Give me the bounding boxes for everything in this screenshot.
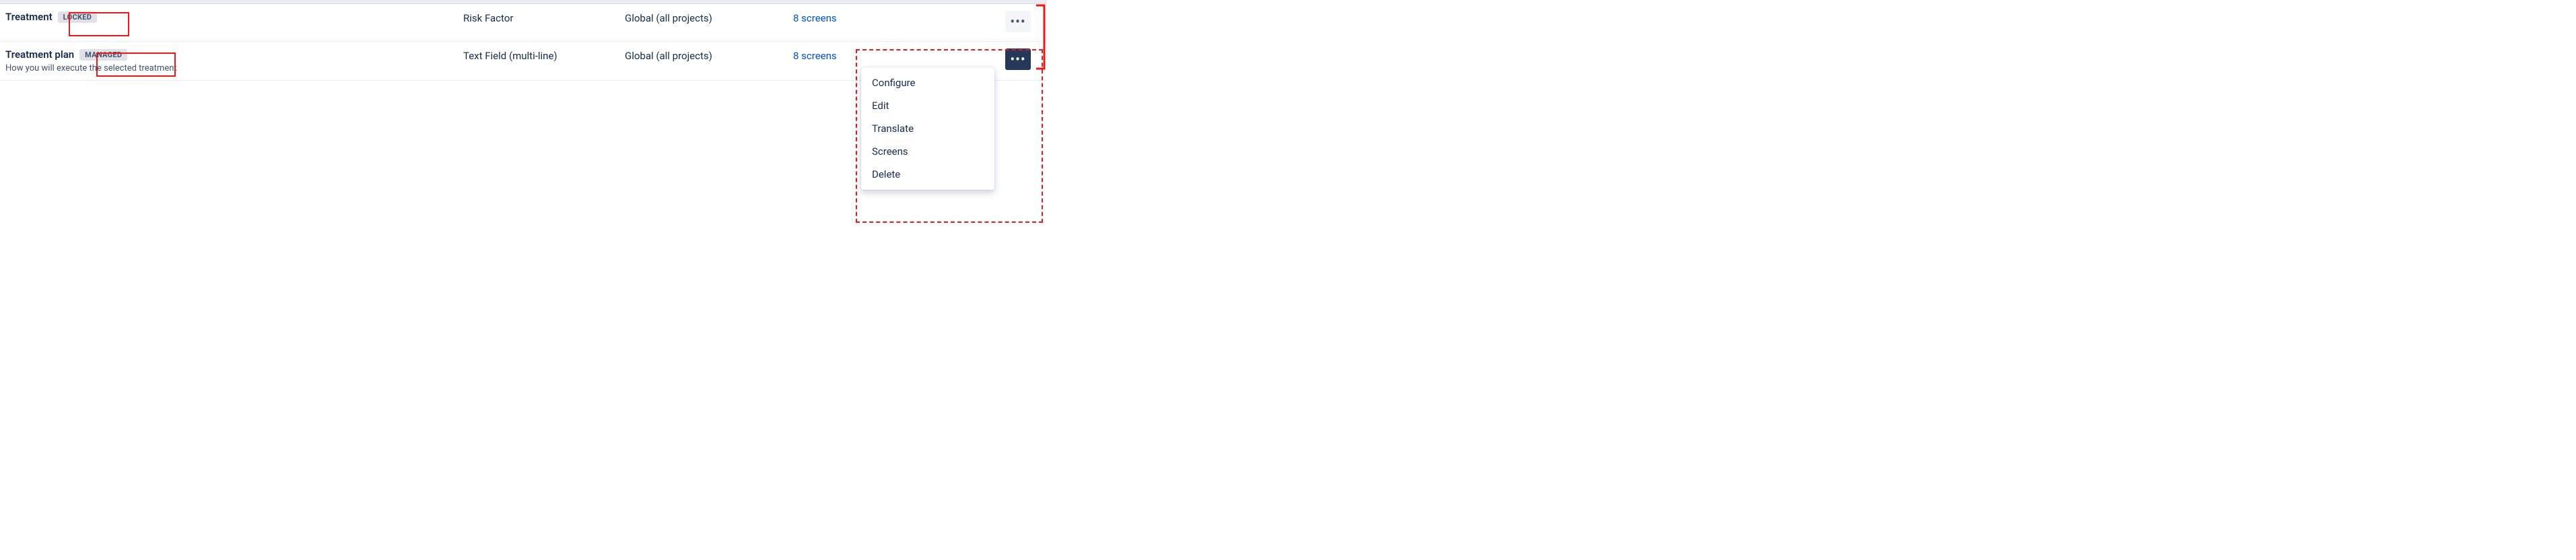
fields-table: Treatment LOCKED Risk Factor Global (all… xyxy=(0,4,1047,81)
field-screens-link[interactable]: 8 screens xyxy=(793,12,837,24)
field-type: Text Field (multi-line) xyxy=(463,50,557,62)
status-badge: LOCKED xyxy=(58,11,98,23)
status-badge: MANAGED xyxy=(79,49,127,61)
menu-item-screens[interactable]: Screens xyxy=(861,140,994,163)
actions-dropdown: Configure Edit Translate Screens Delete xyxy=(861,67,994,190)
field-name: Treatment plan xyxy=(5,48,74,61)
field-scope: Global (all projects) xyxy=(625,50,712,62)
table-row: Treatment plan MANAGED How you will exec… xyxy=(0,42,1047,81)
menu-item-translate[interactable]: Translate xyxy=(861,117,994,140)
table-row: Treatment LOCKED Risk Factor Global (all… xyxy=(0,4,1047,42)
field-screens-link[interactable]: 8 screens xyxy=(793,50,837,62)
more-actions-button[interactable]: ••• xyxy=(1005,11,1031,32)
menu-item-edit[interactable]: Edit xyxy=(861,94,994,117)
field-scope: Global (all projects) xyxy=(625,12,712,24)
menu-item-delete[interactable]: Delete xyxy=(861,163,994,186)
field-description: How you will execute the selected treatm… xyxy=(5,63,450,73)
field-name: Treatment xyxy=(5,11,53,23)
more-actions-button[interactable]: ••• xyxy=(1005,48,1031,70)
menu-item-configure[interactable]: Configure xyxy=(861,71,994,94)
field-type: Risk Factor xyxy=(463,12,513,24)
